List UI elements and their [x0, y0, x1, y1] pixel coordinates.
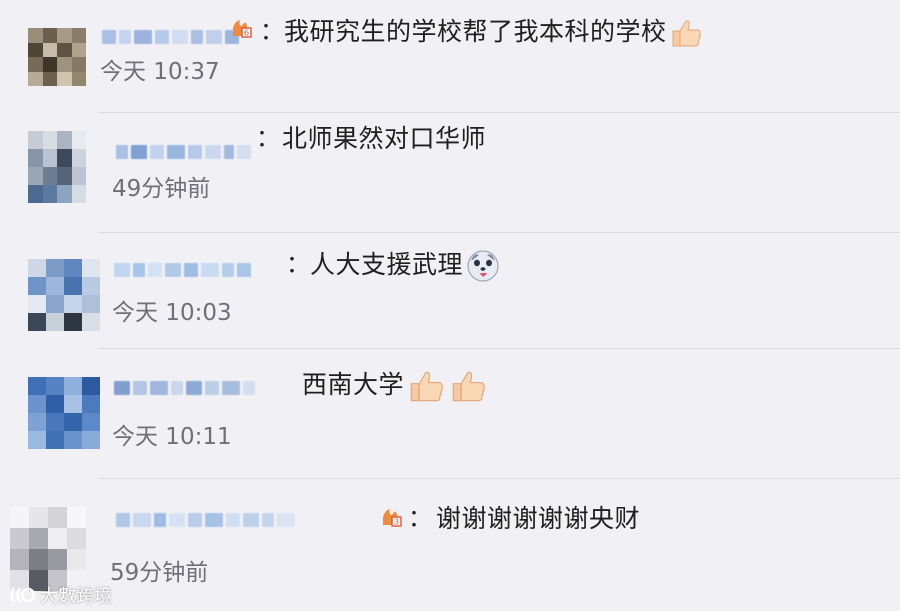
thumbs-up-emoji: [672, 20, 701, 47]
comment-item[interactable]: ： 人大支援武理 今天 10:03: [0, 233, 900, 348]
colon: ：: [408, 504, 432, 532]
timestamp: 今天 10:37: [100, 59, 220, 85]
comment-item[interactable]: 西南大学 今天 10:11: [0, 349, 900, 477]
username[interactable]: [102, 26, 239, 48]
colon: ：: [286, 250, 310, 278]
comment-text: 西南大学: [302, 369, 488, 403]
timestamp: 今天 10:03: [112, 300, 232, 326]
timestamp: 今天 10:11: [112, 424, 232, 450]
timestamp: 49分钟前: [112, 176, 211, 202]
comment-item[interactable]: 6 ： 我研究生的学校帮了我本科的学校 今天 10:37: [0, 0, 900, 112]
username[interactable]: [116, 141, 251, 163]
username[interactable]: [116, 509, 295, 531]
avatar[interactable]: [10, 507, 86, 591]
avatar[interactable]: [28, 377, 100, 449]
avatar[interactable]: [28, 259, 100, 331]
colon: ：: [256, 124, 280, 152]
level-badge-icon: 3: [383, 509, 402, 527]
comment-text: 北师果然对口华师: [282, 124, 487, 153]
timestamp: 59分钟前: [110, 560, 209, 586]
doge-emoji: [467, 250, 499, 282]
comment-item[interactable]: ： 北师果然对口华师 49分钟前: [0, 113, 900, 231]
watermark-logo-icon: [10, 587, 36, 603]
avatar[interactable]: [28, 131, 86, 203]
colon: ：: [260, 17, 284, 45]
level-badge-icon: 6: [233, 20, 252, 38]
comment-text: 谢谢谢谢谢谢央财: [436, 504, 641, 533]
avatar[interactable]: [28, 28, 86, 86]
comment-text: 人大支援武理: [310, 249, 501, 283]
comment-text: 我研究生的学校帮了我本科的学校: [284, 16, 703, 48]
thumbs-up-emoji: [410, 371, 443, 402]
comment-item[interactable]: 3 ： 谢谢谢谢谢谢央财 59分钟前: [0, 479, 900, 611]
svg-text:6: 6: [244, 29, 249, 38]
watermark-text: 大數跨境: [40, 586, 112, 607]
svg-text:3: 3: [394, 518, 399, 527]
comment-list: 6 ： 我研究生的学校帮了我本科的学校 今天 10:37 ： 北师果然对口华师 …: [0, 0, 900, 611]
username[interactable]: [114, 259, 251, 281]
thumbs-up-emoji: [452, 371, 485, 402]
username[interactable]: [114, 377, 255, 399]
watermark: 大數跨境: [8, 582, 112, 608]
